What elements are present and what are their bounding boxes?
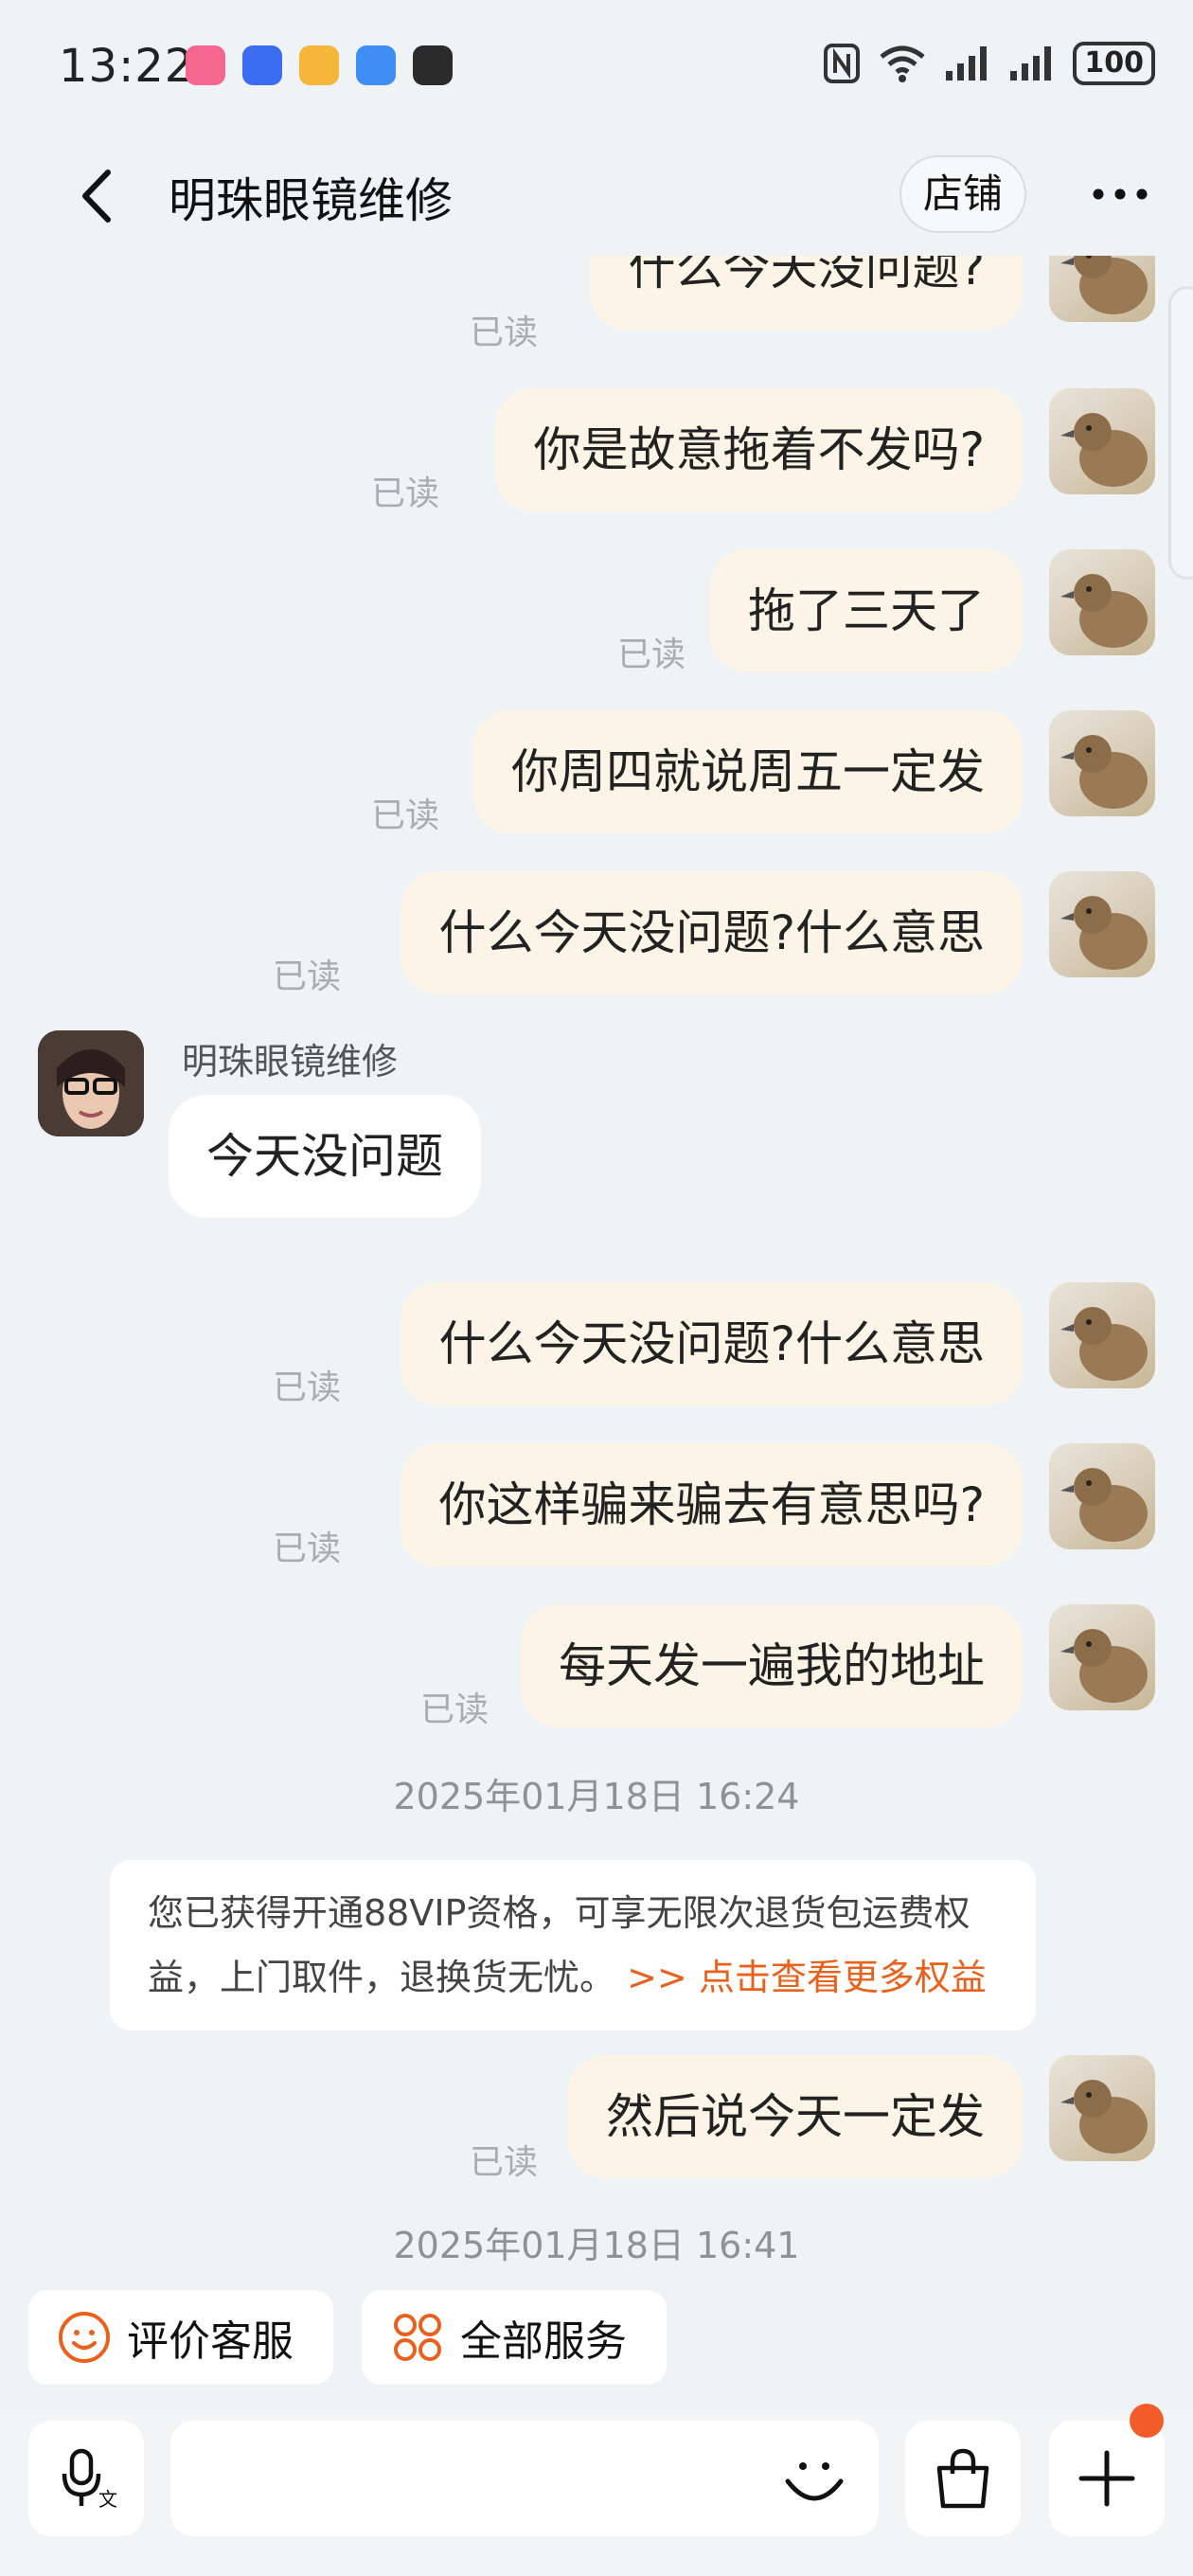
outgoing-message-bubble[interactable]: 什么今天没问题?什么意思 bbox=[401, 871, 1023, 994]
shop-avatar-image bbox=[38, 1030, 144, 1136]
microphone-icon: 文 bbox=[62, 2448, 117, 2511]
rate-service-button[interactable]: 评价客服 bbox=[28, 2290, 333, 2385]
all-services-button[interactable]: 全部服务 bbox=[362, 2290, 667, 2385]
vip-notice-card: 您已获得开通88VIP资格，可享无限次退货包运费权益，上门取件，退换货无忧。 >… bbox=[110, 1860, 1036, 2030]
plus-icon bbox=[1078, 2450, 1135, 2507]
my-avatar[interactable] bbox=[1049, 710, 1155, 816]
bird-avatar-image bbox=[1060, 574, 1148, 648]
my-avatar[interactable] bbox=[1049, 2055, 1155, 2161]
rate-service-label: 评价客服 bbox=[127, 2317, 294, 2366]
more-options-icon[interactable] bbox=[1087, 161, 1153, 227]
signal-icon-2 bbox=[1010, 46, 1052, 80]
chat-message-list[interactable]: 什么今天没问题? 已读 你是故意拖着不发吗? 已读 拖了三天了 已读 你周四就说… bbox=[0, 256, 1193, 2282]
read-status: 已读 bbox=[470, 2143, 539, 2182]
svg-text:文: 文 bbox=[98, 2488, 117, 2511]
wifi-icon bbox=[880, 45, 925, 82]
incoming-message-bubble[interactable]: 今天没问题 bbox=[169, 1095, 481, 1218]
more-actions-button[interactable] bbox=[1049, 2421, 1165, 2536]
my-avatar[interactable] bbox=[1049, 388, 1155, 494]
read-status: 已读 bbox=[617, 635, 686, 674]
bird-avatar-image bbox=[1060, 1468, 1148, 1542]
bilibili-app-icon bbox=[186, 45, 225, 85]
outgoing-message-bubble[interactable]: 你周四就说周五一定发 bbox=[473, 710, 1023, 833]
vip-benefits-link[interactable]: >> 点击查看更多权益 bbox=[627, 1957, 987, 1998]
outgoing-message-bubble[interactable]: 你这样骗来骗去有意思吗? bbox=[401, 1443, 1023, 1566]
page-title: 明珠眼镜维修 bbox=[169, 173, 453, 228]
my-avatar[interactable] bbox=[1049, 1282, 1155, 1388]
bird-avatar-image bbox=[1060, 256, 1148, 314]
outgoing-message-bubble[interactable]: 什么今天没问题? bbox=[590, 256, 1023, 330]
voice-app-icon bbox=[242, 45, 282, 85]
bird-avatar-image bbox=[1060, 2080, 1148, 2154]
outgoing-message-bubble[interactable]: 你是故意拖着不发吗? bbox=[495, 388, 1023, 511]
emoji-icon[interactable] bbox=[778, 2443, 850, 2515]
battery-icon: 100 bbox=[1073, 42, 1155, 85]
notification-app-icons bbox=[186, 45, 453, 85]
outgoing-message-bubble[interactable]: 然后说今天一定发 bbox=[568, 2055, 1023, 2178]
message-input[interactable] bbox=[170, 2421, 879, 2536]
my-avatar[interactable] bbox=[1049, 871, 1155, 977]
my-avatar[interactable] bbox=[1049, 1443, 1155, 1549]
chat-header: 明珠眼镜维修 店铺 bbox=[0, 142, 1193, 246]
services-grid-icon bbox=[394, 2314, 441, 2361]
notification-dot bbox=[1130, 2404, 1164, 2438]
my-avatar[interactable] bbox=[1049, 1604, 1155, 1710]
system-icons: 100 bbox=[823, 42, 1155, 85]
mail-app-icon bbox=[299, 45, 339, 85]
back-arrow-icon[interactable] bbox=[66, 163, 133, 229]
bird-avatar-image bbox=[1060, 413, 1148, 487]
game-app-icon bbox=[413, 45, 453, 85]
shop-avatar[interactable] bbox=[38, 1030, 144, 1136]
message-app-icon bbox=[356, 45, 396, 85]
bird-avatar-image bbox=[1060, 1629, 1148, 1703]
message-timestamp: 2025年01月18日 16:24 bbox=[393, 1776, 800, 1817]
read-status: 已读 bbox=[371, 796, 440, 835]
outgoing-message-bubble[interactable]: 什么今天没问题?什么意思 bbox=[401, 1282, 1023, 1405]
read-status: 已读 bbox=[371, 474, 440, 513]
shop-button[interactable]: 店铺 bbox=[899, 155, 1026, 233]
side-panel-handle[interactable] bbox=[1168, 286, 1193, 580]
signal-icon bbox=[946, 46, 988, 80]
status-time: 13:22 bbox=[59, 40, 195, 93]
read-status: 已读 bbox=[273, 1530, 342, 1568]
input-bar: 文 bbox=[0, 2404, 1193, 2576]
sender-name: 明珠眼镜维修 bbox=[182, 1041, 399, 1082]
nfc-icon bbox=[824, 44, 861, 83]
outgoing-message-bubble[interactable]: 每天发一遍我的地址 bbox=[521, 1604, 1023, 1727]
message-timestamp: 2025年01月18日 16:41 bbox=[393, 2225, 800, 2266]
bird-avatar-image bbox=[1060, 735, 1148, 809]
bird-avatar-image bbox=[1060, 1307, 1148, 1381]
shopping-bag-button[interactable] bbox=[905, 2421, 1021, 2536]
status-bar: 13:22 100 bbox=[0, 0, 1193, 133]
smile-icon bbox=[59, 2312, 110, 2363]
my-avatar[interactable] bbox=[1049, 549, 1155, 655]
read-status: 已读 bbox=[273, 957, 342, 996]
outgoing-message-bubble[interactable]: 拖了三天了 bbox=[710, 549, 1023, 672]
bird-avatar-image bbox=[1060, 896, 1148, 970]
my-avatar[interactable] bbox=[1049, 256, 1155, 322]
shopping-bag-icon bbox=[936, 2448, 989, 2509]
all-services-label: 全部服务 bbox=[460, 2317, 627, 2366]
read-status: 已读 bbox=[420, 1690, 490, 1729]
read-status: 已读 bbox=[273, 1368, 342, 1407]
voice-input-button[interactable]: 文 bbox=[28, 2421, 144, 2536]
read-status: 已读 bbox=[470, 313, 539, 352]
